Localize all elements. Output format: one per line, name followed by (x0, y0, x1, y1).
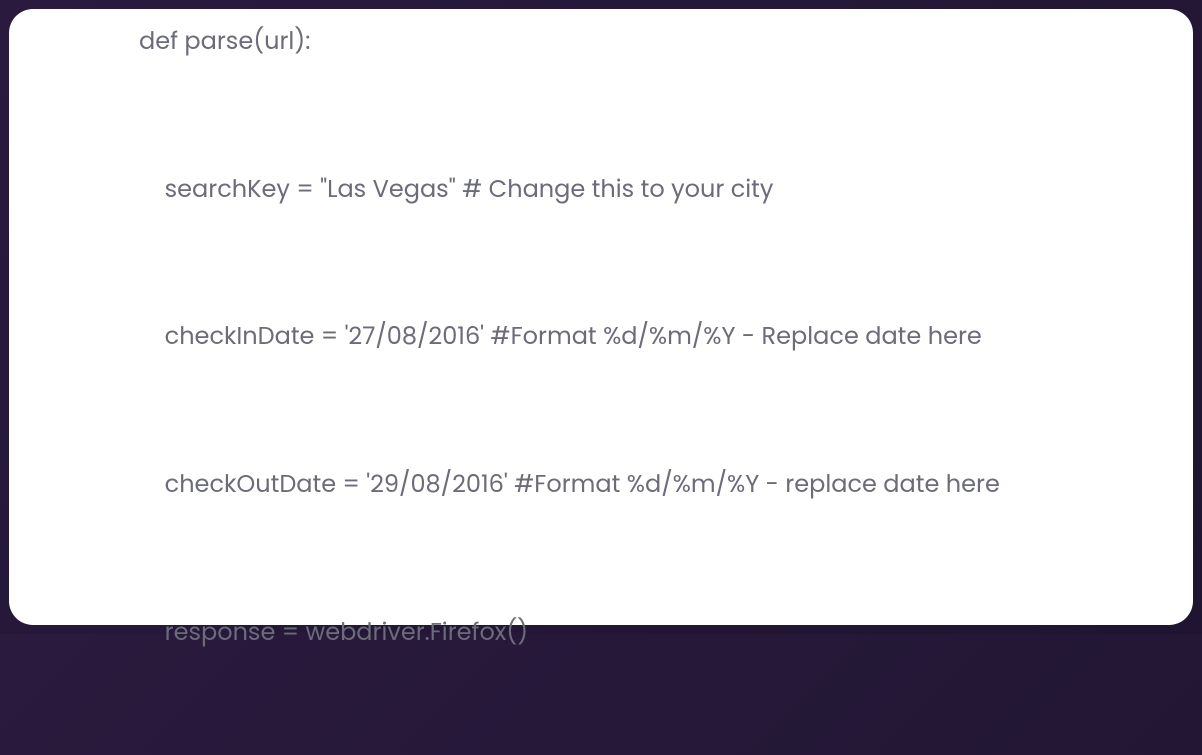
code-line-5: response = webdriver.Firefox() (139, 608, 1000, 657)
code-block: def parse(url): searchKey = "Las Vegas" … (139, 0, 1000, 755)
code-line-2: searchKey = "Las Vegas" # Change this to… (139, 165, 1000, 214)
code-line-1: def parse(url): (139, 17, 1000, 66)
code-card: def parse(url): searchKey = "Las Vegas" … (9, 9, 1193, 625)
code-line-4: checkOutDate = '29/08/2016' #Format %d/%… (139, 460, 1000, 509)
code-content: def parse(url): searchKey = "Las Vegas" … (139, 109, 1000, 525)
code-line-3: checkInDate = '27/08/2016' #Format %d/%m… (139, 312, 1000, 361)
